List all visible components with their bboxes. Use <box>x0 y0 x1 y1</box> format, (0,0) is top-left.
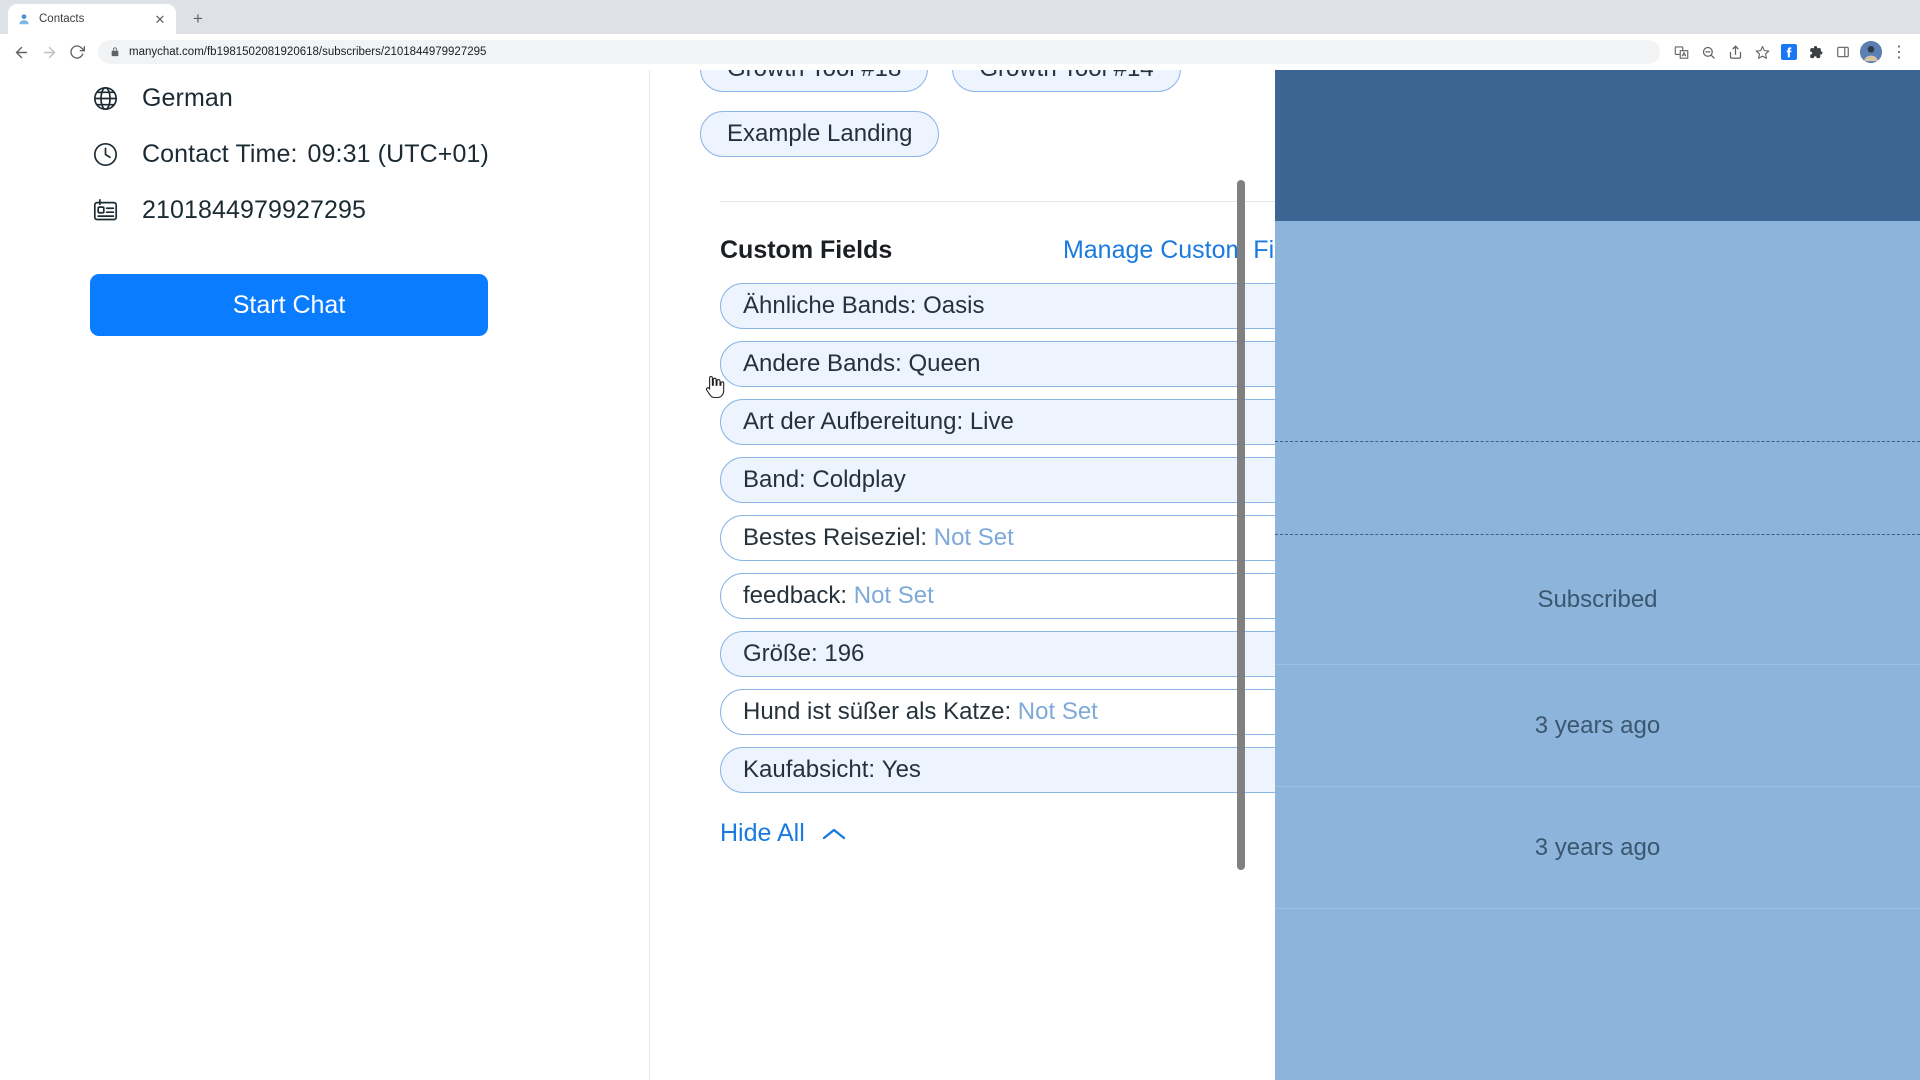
sidepanel-icon[interactable] <box>1830 39 1856 65</box>
toolbar-right-icons: ⋮ <box>1668 39 1912 65</box>
growth-tool-chip[interactable]: Example Landing <box>700 111 940 157</box>
custom-field-row[interactable]: Art der Aufbereitung: Live <box>720 399 1320 445</box>
panel-band-footer <box>1275 908 1920 1080</box>
contact-language-value: German <box>142 83 233 112</box>
custom-field-value: Live <box>969 408 1014 435</box>
custom-field-value: Oasis <box>923 292 985 319</box>
activity-row-text: 3 years ago <box>1534 711 1661 739</box>
browser-toolbar: manychat.com/fb1981502081920618/subscrib… <box>0 34 1920 70</box>
custom-field-row[interactable]: Hund ist süßer als Katze: Not Set <box>720 689 1320 735</box>
custom-field-label: Größe: <box>743 640 818 667</box>
custom-field-label: Band: <box>743 466 806 493</box>
custom-field-label: Bestes Reiseziel: <box>743 524 928 551</box>
start-chat-button[interactable]: Start Chat <box>90 274 488 336</box>
tab-strip: Contacts ✕ + <box>0 0 1920 34</box>
url-text: manychat.com/fb1981502081920618/subscrib… <box>129 46 487 58</box>
custom-field-row[interactable]: Band: Coldplay <box>720 457 1320 503</box>
avatar[interactable] <box>1860 41 1882 63</box>
back-icon[interactable] <box>8 39 34 65</box>
activity-row-time-1[interactable]: 3 years ago <box>1275 664 1920 786</box>
new-tab-button[interactable]: + <box>184 5 212 33</box>
custom-fields-header: Custom Fields Manage Custom Fields <box>720 236 1320 265</box>
tab-contacts[interactable]: Contacts ✕ <box>8 4 176 34</box>
zoom-icon[interactable] <box>1695 39 1721 65</box>
content-scrollbar[interactable] <box>1234 70 1248 1080</box>
forward-icon[interactable] <box>36 39 62 65</box>
activity-row-text: Subscribed <box>1537 585 1658 613</box>
custom-field-value: Not Set <box>853 582 934 609</box>
activity-timeline-panel: Subscribed 3 years ago 3 years ago <box>1275 70 1920 1080</box>
custom-field-value: 196 <box>824 640 865 667</box>
bookmark-star-icon[interactable] <box>1749 39 1775 65</box>
subscriber-id-row: 2101844979927295 <box>90 182 559 238</box>
custom-field-value: Not Set <box>1017 698 1098 725</box>
hide-all-label: Hide All <box>720 819 805 847</box>
custom-field-label: Art der Aufbereitung: <box>743 408 964 435</box>
growth-tool-chip[interactable]: Growth Tool #14 <box>952 70 1181 92</box>
share-icon[interactable] <box>1722 39 1748 65</box>
panel-band <box>1275 221 1920 441</box>
id-card-icon <box>90 195 120 225</box>
panel-band-dashed <box>1275 441 1920 534</box>
contact-time-label: Contact Time: <box>142 139 298 168</box>
contact-time-value: 09:31 (UTC+01) <box>307 139 489 168</box>
custom-field-row[interactable]: feedback: Not Set <box>720 573 1320 619</box>
reload-icon[interactable] <box>64 39 90 65</box>
custom-fields-list: Ähnliche Bands: Oasis Andere Bands: Quee… <box>720 283 1320 793</box>
custom-field-row[interactable]: Größe: 196 <box>720 631 1320 677</box>
custom-field-label: Kaufabsicht: <box>743 756 876 783</box>
custom-field-row[interactable]: Ähnliche Bands: Oasis <box>720 283 1320 329</box>
extensions-puzzle-icon[interactable] <box>1803 39 1829 65</box>
custom-field-label: Hund ist süßer als Katze: <box>743 698 1012 725</box>
translate-icon[interactable] <box>1668 39 1694 65</box>
page-viewport: German Contact Time: 09:31 (UTC+01) 21018… <box>0 70 1920 1080</box>
custom-field-label: Andere Bands: <box>743 350 902 377</box>
subscriber-id-value: 2101844979927295 <box>142 195 367 224</box>
contact-time-row: Contact Time: 09:31 (UTC+01) <box>90 126 559 182</box>
panel-header-band <box>1275 70 1920 221</box>
contacts-favicon <box>16 11 32 27</box>
custom-field-value: Yes <box>881 756 921 783</box>
browser-menu-icon[interactable]: ⋮ <box>1886 39 1912 65</box>
lock-icon <box>110 46 121 58</box>
activity-row-text: 3 years ago <box>1534 833 1661 861</box>
close-icon[interactable]: ✕ <box>152 11 168 27</box>
custom-field-row[interactable]: Bestes Reiseziel: Not Set <box>720 515 1320 561</box>
contact-info-panel: German Contact Time: 09:31 (UTC+01) 21018… <box>0 70 650 1080</box>
tab-title: Contacts <box>39 13 85 25</box>
activity-row-subscribed[interactable]: Subscribed <box>1275 534 1920 664</box>
activity-row-time-2[interactable]: 3 years ago <box>1275 786 1920 908</box>
chevron-up-icon <box>821 826 847 842</box>
browser-window: Contacts ✕ + manychat.com/fb198150208192… <box>0 0 1920 1080</box>
clock-icon <box>90 139 120 169</box>
custom-field-row[interactable]: Kaufabsicht: Yes <box>720 747 1320 793</box>
custom-field-value: Coldplay <box>812 466 906 493</box>
growth-tool-chip[interactable]: Growth Tool #18 <box>700 70 929 92</box>
custom-field-label: feedback: <box>743 582 848 609</box>
custom-fields-title: Custom Fields <box>720 236 893 264</box>
custom-field-label: Ähnliche Bands: <box>743 292 917 319</box>
custom-field-value: Not Set <box>933 524 1014 551</box>
globe-icon <box>90 83 120 113</box>
address-bar[interactable]: manychat.com/fb1981502081920618/subscrib… <box>98 40 1660 64</box>
scrollbar-thumb[interactable] <box>1237 180 1245 870</box>
contact-language-row: German <box>90 70 559 126</box>
custom-field-value: Queen <box>908 350 981 377</box>
hide-all-link[interactable]: Hide All <box>720 819 847 848</box>
custom-field-row[interactable]: Andere Bands: Queen <box>720 341 1320 387</box>
facebook-extension-icon[interactable] <box>1776 39 1802 65</box>
